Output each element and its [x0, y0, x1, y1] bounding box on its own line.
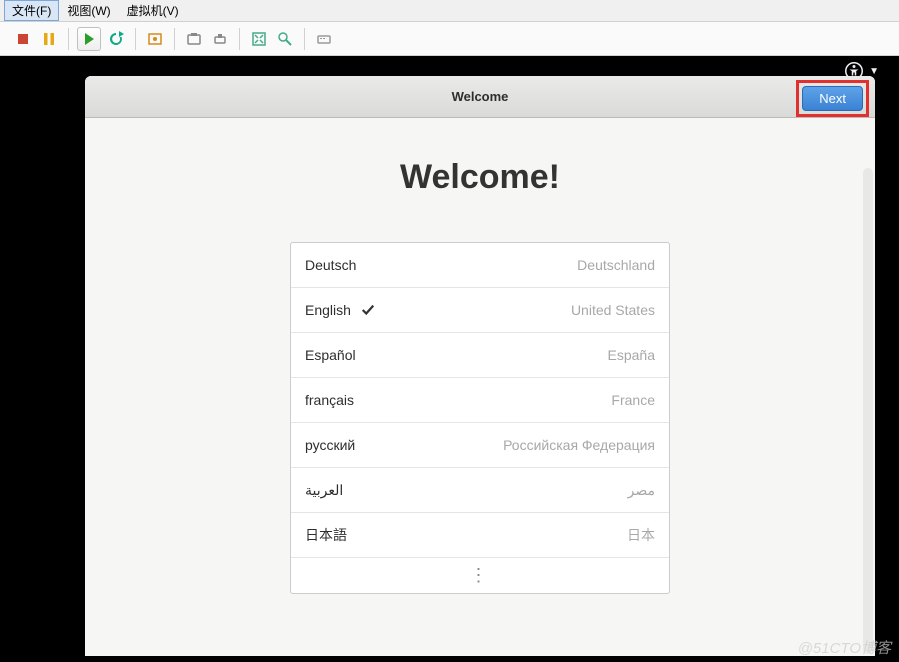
- stop-button[interactable]: [12, 28, 34, 50]
- snapshot-button[interactable]: [144, 28, 166, 50]
- welcome-window: Welcome Next Welcome! Deutsch Deutschlan…: [85, 76, 875, 656]
- next-highlight: Next: [796, 80, 869, 117]
- language-country: España: [608, 347, 655, 363]
- language-country: France: [611, 392, 655, 408]
- scale-button[interactable]: [274, 28, 296, 50]
- language-row[interactable]: العربية مصر: [291, 468, 669, 513]
- welcome-heading: Welcome!: [400, 158, 560, 197]
- language-label: English: [305, 302, 351, 318]
- screenshot-button[interactable]: [183, 28, 205, 50]
- language-name: Español: [305, 347, 356, 363]
- language-row[interactable]: Español España: [291, 333, 669, 378]
- toolbar-separator: [135, 28, 136, 50]
- vm-display: ▼ Welcome Next Welcome! Deutsch Deutschl…: [0, 56, 899, 662]
- watermark: @51CTO博客: [798, 637, 891, 658]
- language-row[interactable]: русский Российская Федерация: [291, 423, 669, 468]
- toolbar: [0, 22, 899, 56]
- menu-view[interactable]: 视图(W): [59, 0, 118, 21]
- toolbar-separator: [239, 28, 240, 50]
- toolbar-separator: [304, 28, 305, 50]
- chevron-down-icon: ▼: [869, 66, 879, 77]
- scrollbar[interactable]: [863, 168, 873, 654]
- language-row[interactable]: 日本語 日本: [291, 513, 669, 558]
- next-button[interactable]: Next: [802, 86, 863, 111]
- language-name: русский: [305, 437, 355, 453]
- toolbar-separator: [174, 28, 175, 50]
- language-name: 日本語: [305, 525, 347, 545]
- pause-button[interactable]: [38, 28, 60, 50]
- play-button[interactable]: [77, 27, 101, 51]
- welcome-content: Welcome! Deutsch Deutschland English Uni…: [85, 118, 875, 656]
- fullscreen-button[interactable]: [248, 28, 270, 50]
- language-name: العربية: [305, 482, 343, 499]
- language-name: Deutsch: [305, 257, 356, 273]
- language-country: Российская Федерация: [503, 437, 655, 453]
- language-row[interactable]: Deutsch Deutschland: [291, 243, 669, 288]
- titlebar: Welcome Next: [85, 76, 875, 118]
- check-icon: [361, 303, 375, 317]
- language-row[interactable]: français France: [291, 378, 669, 423]
- language-country: United States: [571, 302, 655, 318]
- language-country: Deutschland: [577, 257, 655, 273]
- refresh-button[interactable]: [105, 28, 127, 50]
- menu-vm[interactable]: 虚拟机(V): [119, 0, 187, 21]
- usb-button[interactable]: [209, 28, 231, 50]
- toolbar-separator: [68, 28, 69, 50]
- language-name: English: [305, 302, 375, 318]
- sendkey-button[interactable]: [313, 28, 335, 50]
- language-country: مصر: [628, 482, 655, 499]
- window-title: Welcome: [452, 89, 509, 104]
- language-list: Deutsch Deutschland English United State…: [290, 242, 670, 594]
- language-row[interactable]: English United States: [291, 288, 669, 333]
- language-country: 日本: [627, 525, 655, 545]
- more-languages-button[interactable]: ⋮: [291, 558, 669, 593]
- menubar: 文件(F) 视图(W) 虚拟机(V): [0, 0, 899, 22]
- language-name: français: [305, 392, 354, 408]
- menu-file[interactable]: 文件(F): [4, 0, 59, 21]
